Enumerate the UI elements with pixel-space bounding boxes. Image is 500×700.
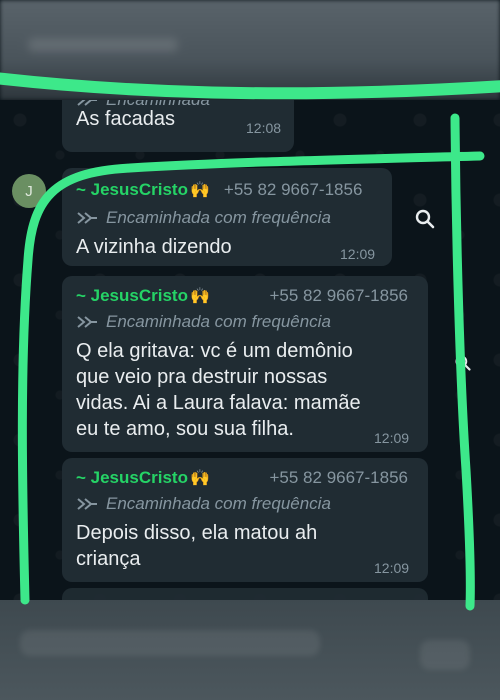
sender-name[interactable]: ~ JesusCristo bbox=[76, 286, 188, 306]
message-time: 12:09 bbox=[340, 246, 376, 262]
avatar-initial: J bbox=[25, 182, 33, 200]
sender-phone: +55 82 9667-1856 bbox=[223, 180, 363, 199]
message-bubble[interactable]: Encaminhada As facadas 12:08 bbox=[62, 100, 294, 152]
message-text: Q ela gritava: vc é um demônio que veio … bbox=[76, 340, 361, 440]
message-time: 12:09 bbox=[374, 430, 410, 446]
sender-row: ~ JesusCristo 🙌 +55 82 9667-1856 bbox=[76, 468, 408, 488]
message-bubble-partial bbox=[62, 588, 428, 600]
message-time: 12:09 bbox=[374, 560, 410, 576]
message-bubble[interactable]: ~ JesusCristo 🙌 +55 82 9667-1856 Encamin… bbox=[62, 276, 428, 452]
forward-arrow-icon bbox=[77, 316, 97, 328]
forwarded-indicator: Encaminhada com frequência bbox=[76, 494, 331, 514]
forwarded-label: Encaminhada com frequência bbox=[106, 494, 331, 513]
forward-arrow-icon bbox=[77, 498, 97, 510]
sender-name[interactable]: ~ JesusCristo bbox=[76, 180, 188, 200]
blurred-header-text bbox=[28, 38, 178, 52]
forwarded-indicator: Encaminhada com frequência bbox=[76, 312, 331, 332]
avatar[interactable]: J bbox=[12, 174, 46, 208]
message-bubble[interactable]: ~ JesusCristo 🙌 +55 82 9667-1856 Encamin… bbox=[62, 458, 428, 582]
sender-emoji: 🙌 bbox=[189, 470, 210, 487]
message-text: Depois disso, ela matou ah criança bbox=[76, 522, 318, 570]
forwarded-indicator: Encaminhada com frequência bbox=[76, 208, 331, 228]
blurred-footer-shape bbox=[420, 640, 470, 670]
sender-phone: +55 82 9667-1856 bbox=[269, 468, 409, 487]
sender-phone: +55 82 9667-1856 bbox=[269, 286, 409, 305]
forward-arrow-icon bbox=[77, 212, 97, 224]
forwarded-label: Encaminhada com frequência bbox=[106, 312, 331, 331]
blurred-footer-shape bbox=[20, 630, 320, 656]
blurred-footer bbox=[0, 600, 500, 700]
sender-emoji: 🙌 bbox=[189, 182, 210, 199]
message-text: As facadas bbox=[76, 108, 175, 130]
message-time: 12:08 bbox=[246, 120, 282, 136]
search-icon[interactable] bbox=[454, 354, 472, 372]
message-text: A vizinha dizendo bbox=[76, 236, 232, 258]
search-icon[interactable] bbox=[414, 208, 436, 230]
sender-name[interactable]: ~ JesusCristo bbox=[76, 468, 188, 488]
sender-row: ~ JesusCristo 🙌 +55 82 9667-1856 bbox=[76, 286, 408, 306]
blurred-header bbox=[0, 0, 500, 100]
sender-emoji: 🙌 bbox=[189, 288, 210, 305]
sender-row: ~ JesusCristo 🙌 +55 82 9667-1856 bbox=[76, 180, 376, 200]
message-bubble[interactable]: ~ JesusCristo 🙌 +55 82 9667-1856 Encamin… bbox=[62, 168, 392, 266]
forwarded-label: Encaminhada com frequência bbox=[106, 208, 331, 227]
chat-area[interactable]: Encaminhada As facadas 12:08 J ~ JesusCr… bbox=[0, 100, 500, 600]
